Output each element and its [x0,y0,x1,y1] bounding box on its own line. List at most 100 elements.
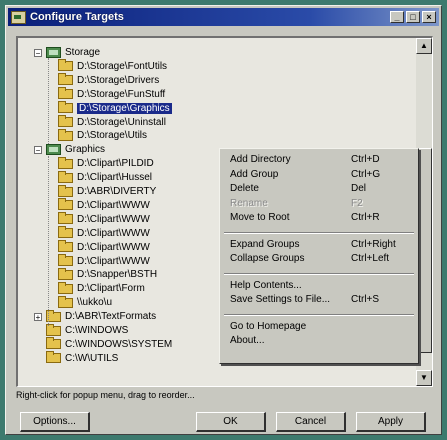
tree-group-row[interactable]: − Storage [34,46,100,59]
close-button[interactable]: × [422,11,436,23]
menu-separator [224,272,414,275]
tree-item-row[interactable]: D:\Clipart\Form [58,281,145,295]
menu-item: Rename F2 [220,197,418,210]
folder-icon [58,184,73,197]
tree-item-row[interactable]: D:\Storage\Utils [58,128,148,142]
tree-item-row[interactable]: C:\W\UTILS [34,351,119,365]
menu-item[interactable]: Expand Groups Ctrl+Right [220,238,418,251]
folder-icon [46,337,61,350]
menu-item-label: Add Directory [230,154,291,165]
collapse-toggle-icon[interactable]: − [34,145,42,154]
tree-item-row[interactable]: + D:\ABR\TextFormats [34,309,157,323]
tree-item-row[interactable]: D:\Clipart\WWW [58,240,150,254]
menu-item-shortcut: F2 [351,197,363,209]
menu-item-shortcut: Ctrl+Right [351,238,396,250]
targets-tree[interactable]: − Storage D:\Storage\FontUtils D:\Storage\D… [16,36,433,387]
folder-icon [58,254,73,266]
tree-item-row[interactable]: D:\Clipart\WWW [58,254,150,268]
minimize-button[interactable]: _ [390,11,404,23]
tree-item-label: D:\Clipart\WWW [77,241,150,253]
tree-item-label: D:\Clipart\Hussel [77,172,153,184]
tree-item-row[interactable]: D:\ABR\DIVERTY [58,184,156,198]
tree-line [48,156,49,326]
collapse-toggle-icon[interactable]: − [34,48,42,57]
tree-item-label: D:\Clipart\Form [77,283,145,295]
tree-item-label: D:\Storage\Graphics [77,102,172,114]
tree-item-label: D:\Snapper\BSTH [77,269,158,281]
tree-item-label: D:\Storage\FontUtils [77,60,168,72]
tree-line [48,58,49,144]
tree-item-label: C:\W\UTILS [65,352,119,364]
tree-item-label: D:\Storage\Utils [77,130,148,142]
expand-toggle-icon[interactable]: + [34,312,42,321]
tree-group-row[interactable]: − Graphics [34,143,105,156]
folder-icon [58,156,73,169]
folder-icon [58,212,73,225]
menu-separator [224,231,414,234]
tree-item-label: D:\Clipart\WWW [77,199,150,211]
folder-icon [58,281,73,294]
menu-item-shortcut: Ctrl+R [351,212,380,223]
tree-item-row[interactable]: D:\Clipart\WWW [58,212,150,226]
menu-item-shortcut: Ctrl+D [351,154,380,165]
tree-item-row[interactable]: D:\Storage\FontUtils [58,59,168,73]
tree-item-label: C:\WINDOWS\SYSTEM [65,338,173,350]
menu-item-label: Add Group [230,168,279,180]
menu-item-label: Expand Groups [230,238,300,250]
maximize-button[interactable]: □ [406,11,420,23]
tree-item-row[interactable]: D:\Storage\Graphics [58,101,172,115]
ok-button[interactable]: OK [196,412,266,432]
status-text: Right-click for popup menu, drag to reor… [16,390,195,400]
menu-item[interactable]: Move to Root Ctrl+R [220,211,418,224]
menu-separator [224,313,414,316]
menu-item-shortcut: Ctrl+Left [351,253,390,264]
folder-icon [58,73,73,86]
menu-item-label: Delete [230,183,259,194]
tree-item-label: Graphics [65,144,106,156]
menu-item[interactable]: Save Settings to File... Ctrl+S [220,293,418,306]
tree-item-row[interactable]: D:\Clipart\Hussel [58,170,153,184]
tree-item-label: D:\Clipart\PILDID [77,158,154,170]
menu-item-label: Help Contents... [230,279,302,291]
scroll-down-button[interactable]: ▼ [416,370,432,386]
folder-icon [58,87,73,100]
folder-icon [58,115,73,127]
configure-targets-window: Configure Targets _ □ × − Storage D:\Stora… [5,5,442,435]
context-menu: Add Directory Ctrl+D Add Group Ctrl+G Delete… [219,148,419,364]
tree-item-label: D:\Storage\Uninstall [77,116,166,128]
tree-item-row[interactable]: \\ukko\u [58,295,112,309]
folder-icon [58,170,73,183]
menu-item[interactable]: Add Group Ctrl+G [220,168,418,181]
scroll-up-button[interactable]: ▲ [416,38,432,54]
tree-item-row[interactable]: D:\Clipart\WWW [58,198,150,212]
menu-item[interactable]: Delete Del [220,182,418,195]
tree-item-label: D:\ABR\TextFormats [65,311,157,323]
folder-icon [46,323,61,336]
tree-item-row[interactable]: D:\Storage\Drivers [58,73,159,87]
drive-group-icon [46,47,61,58]
folder-icon [58,226,73,239]
menu-item[interactable]: Collapse Groups Ctrl+Left [220,252,418,265]
menu-item[interactable]: Help Contents... [220,279,418,292]
apply-button[interactable]: Apply [356,412,426,432]
tree-item-row[interactable]: D:\Storage\Uninstall [58,115,166,129]
tree-item-row[interactable]: D:\Snapper\BSTH [58,267,158,281]
options-button[interactable]: Options... [20,412,90,432]
title-bar[interactable]: Configure Targets _ □ × [8,8,439,26]
menu-item[interactable]: About... [220,334,418,347]
app-icon [11,10,26,24]
tree-item-row[interactable]: D:\Clipart\WWW [58,226,150,240]
tree-item-row[interactable]: D:\Clipart\PILDID [58,156,154,170]
menu-item-label: Go to Homepage [230,320,307,332]
cancel-button[interactable]: Cancel [276,412,346,432]
menu-item[interactable]: Add Directory Ctrl+D [220,153,418,166]
tree-item-label: C:\WINDOWS [65,325,129,336]
tree-item-label: D:\Storage\FunStuff [77,88,166,100]
menu-item-label: Collapse Groups [230,253,305,264]
menu-item-label: About... [230,335,265,346]
tree-item-label: D:\Clipart\WWW [77,227,150,239]
folder-icon [46,351,61,364]
menu-item[interactable]: Go to Homepage [220,320,418,333]
tree-item-row[interactable]: D:\Storage\FunStuff [58,87,166,101]
tree-item-row[interactable]: C:\WINDOWS\SYSTEM [34,337,173,351]
